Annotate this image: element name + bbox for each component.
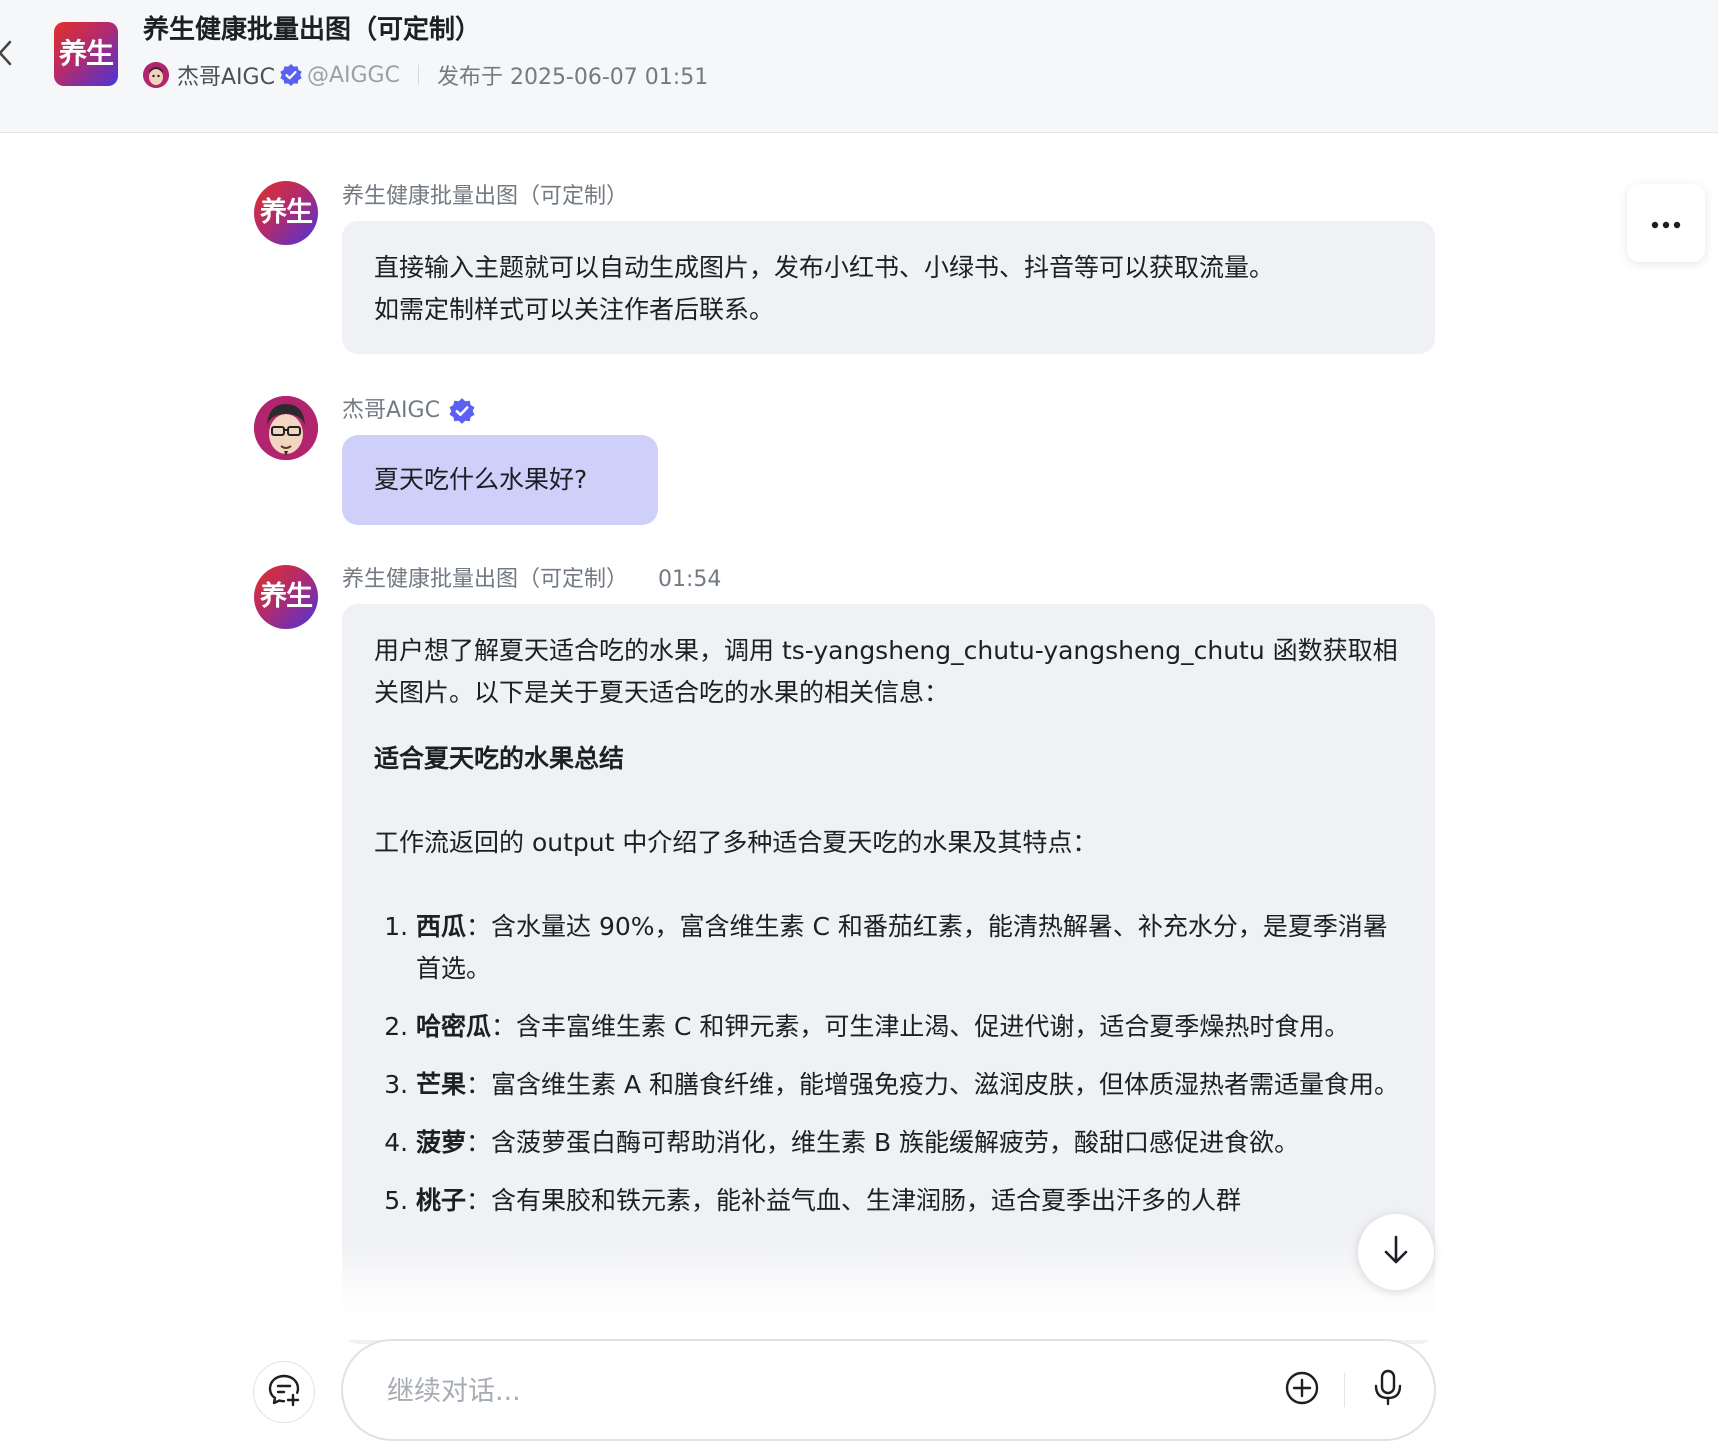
- microphone-icon: [1373, 1369, 1403, 1411]
- fruit-name: 菠萝: [416, 1128, 467, 1157]
- bot-avatar[interactable]: 养生: [254, 181, 318, 245]
- chat-input-box: [341, 1339, 1436, 1441]
- fruit-name: 哈密瓜: [416, 1012, 492, 1041]
- page-title: 养生健康批量出图（可定制）: [143, 15, 482, 45]
- list-item: 西瓜：含水量达 90%，富含维生素 C 和番茄红素，能清热解暑、补充水分，是夏季…: [416, 906, 1403, 990]
- user-avatar[interactable]: [254, 396, 318, 460]
- message-intro: 用户想了解夏天适合吃的水果，调用 ts-yangsheng_chutu-yang…: [374, 636, 1398, 707]
- fruit-desc: ：含丰富维生素 C 和钾元素，可生津止渴、促进代谢，适合夏季燥热时食用。: [491, 1012, 1350, 1041]
- bot-message-bubble: 用户想了解夏天适合吃的水果，调用 ts-yangsheng_chutu-yang…: [342, 604, 1435, 1344]
- list-item: 哈密瓜：含丰富维生素 C 和钾元素，可生津止渴、促进代谢，适合夏季燥热时食用。: [416, 1006, 1403, 1048]
- new-chat-button[interactable]: [253, 1361, 315, 1423]
- fruit-desc: ：含水量达 90%，富含维生素 C 和番茄红素，能清热解暑、补充水分，是夏季消暑…: [416, 912, 1388, 983]
- message-sender: 杰哥AIGC: [342, 396, 476, 426]
- arrow-down-icon: [1382, 1234, 1410, 1270]
- more-options-button[interactable]: [1627, 184, 1705, 262]
- chevron-left-icon[interactable]: [0, 38, 14, 68]
- author-name[interactable]: 杰哥AIGC: [177, 59, 275, 91]
- message-text: 夏天吃什么水果好?: [374, 465, 588, 494]
- publish-time: 发布于 2025-06-07 01:51: [436, 65, 709, 90]
- author-avatar[interactable]: [143, 62, 169, 88]
- message-time: 01:54: [658, 567, 722, 592]
- scroll-to-bottom-button[interactable]: [1358, 1214, 1434, 1290]
- plus-circle-icon: [1284, 1370, 1320, 1410]
- author-row: 杰哥AIGC @AIGGC 发布于 2025-06-07 01:51: [143, 60, 708, 90]
- author-handle[interactable]: @AIGGC: [307, 63, 400, 88]
- user-message-bubble: 夏天吃什么水果好?: [342, 435, 658, 525]
- message-summary: 工作流返回的 output 中介绍了多种适合夏天吃的水果及其特点：: [374, 828, 1098, 857]
- fruit-name: 桃子: [416, 1186, 467, 1215]
- add-attachment-button[interactable]: [1281, 1369, 1323, 1411]
- sender-name: 养生健康批量出图（可定制）: [342, 567, 629, 592]
- chat-header: 养生 养生健康批量出图（可定制） 杰哥AIGC @AIGGC 发布于 2025-…: [0, 0, 1718, 133]
- app-logo: 养生: [54, 22, 118, 86]
- divider: [1344, 1373, 1345, 1407]
- list-item: 芒果：富含维生素 A 和膳食纤维，能增强免疫力、滋润皮肤，但体质湿热者需适量食用…: [416, 1064, 1403, 1106]
- bot-avatar[interactable]: 养生: [254, 565, 318, 629]
- verified-badge-icon: [279, 63, 303, 87]
- divider: [417, 65, 419, 85]
- voice-input-button[interactable]: [1367, 1369, 1409, 1411]
- message-line: 直接输入主题就可以自动生成图片，发布小红书、小绿书、抖音等可以获取流量。: [374, 253, 1275, 282]
- new-chat-icon: [266, 1372, 302, 1412]
- list-item: 桃子：含有果胶和铁元素，能补益气血、生津润肠，适合夏季出汗多的人群: [416, 1180, 1403, 1222]
- fruit-list: 西瓜：含水量达 90%，富含维生素 C 和番茄红素，能清热解暑、补充水分，是夏季…: [374, 906, 1403, 1222]
- chat-input[interactable]: [385, 1363, 1249, 1419]
- verified-badge-icon: [448, 397, 476, 425]
- message-heading: 适合夏天吃的水果总结: [374, 744, 625, 773]
- message-line: 如需定制样式可以关注作者后联系。: [374, 295, 775, 324]
- message-sender: 养生健康批量出图（可定制）: [342, 184, 629, 209]
- message-sender: 养生健康批量出图（可定制） 01:54: [342, 565, 721, 595]
- bot-message-bubble: 直接输入主题就可以自动生成图片，发布小红书、小绿书、抖音等可以获取流量。 如需定…: [342, 221, 1435, 354]
- more-horizontal-icon: [1651, 214, 1681, 233]
- fruit-name: 芒果: [416, 1070, 467, 1099]
- fruit-desc: ：富含维生素 A 和膳食纤维，能增强免疫力、滋润皮肤，但体质湿热者需适量食用。: [466, 1070, 1400, 1099]
- sender-name: 杰哥AIGC: [342, 398, 440, 423]
- fruit-name: 西瓜: [416, 912, 467, 941]
- list-item: 菠萝：含菠萝蛋白酶可帮助消化，维生素 B 族能缓解疲劳，酸甜口感促进食欲。: [416, 1122, 1403, 1164]
- fruit-desc: ：含有果胶和铁元素，能补益气血、生津润肠，适合夏季出汗多的人群: [466, 1186, 1242, 1215]
- fruit-desc: ：含菠萝蛋白酶可帮助消化，维生素 B 族能缓解疲劳，酸甜口感促进食欲。: [466, 1128, 1300, 1157]
